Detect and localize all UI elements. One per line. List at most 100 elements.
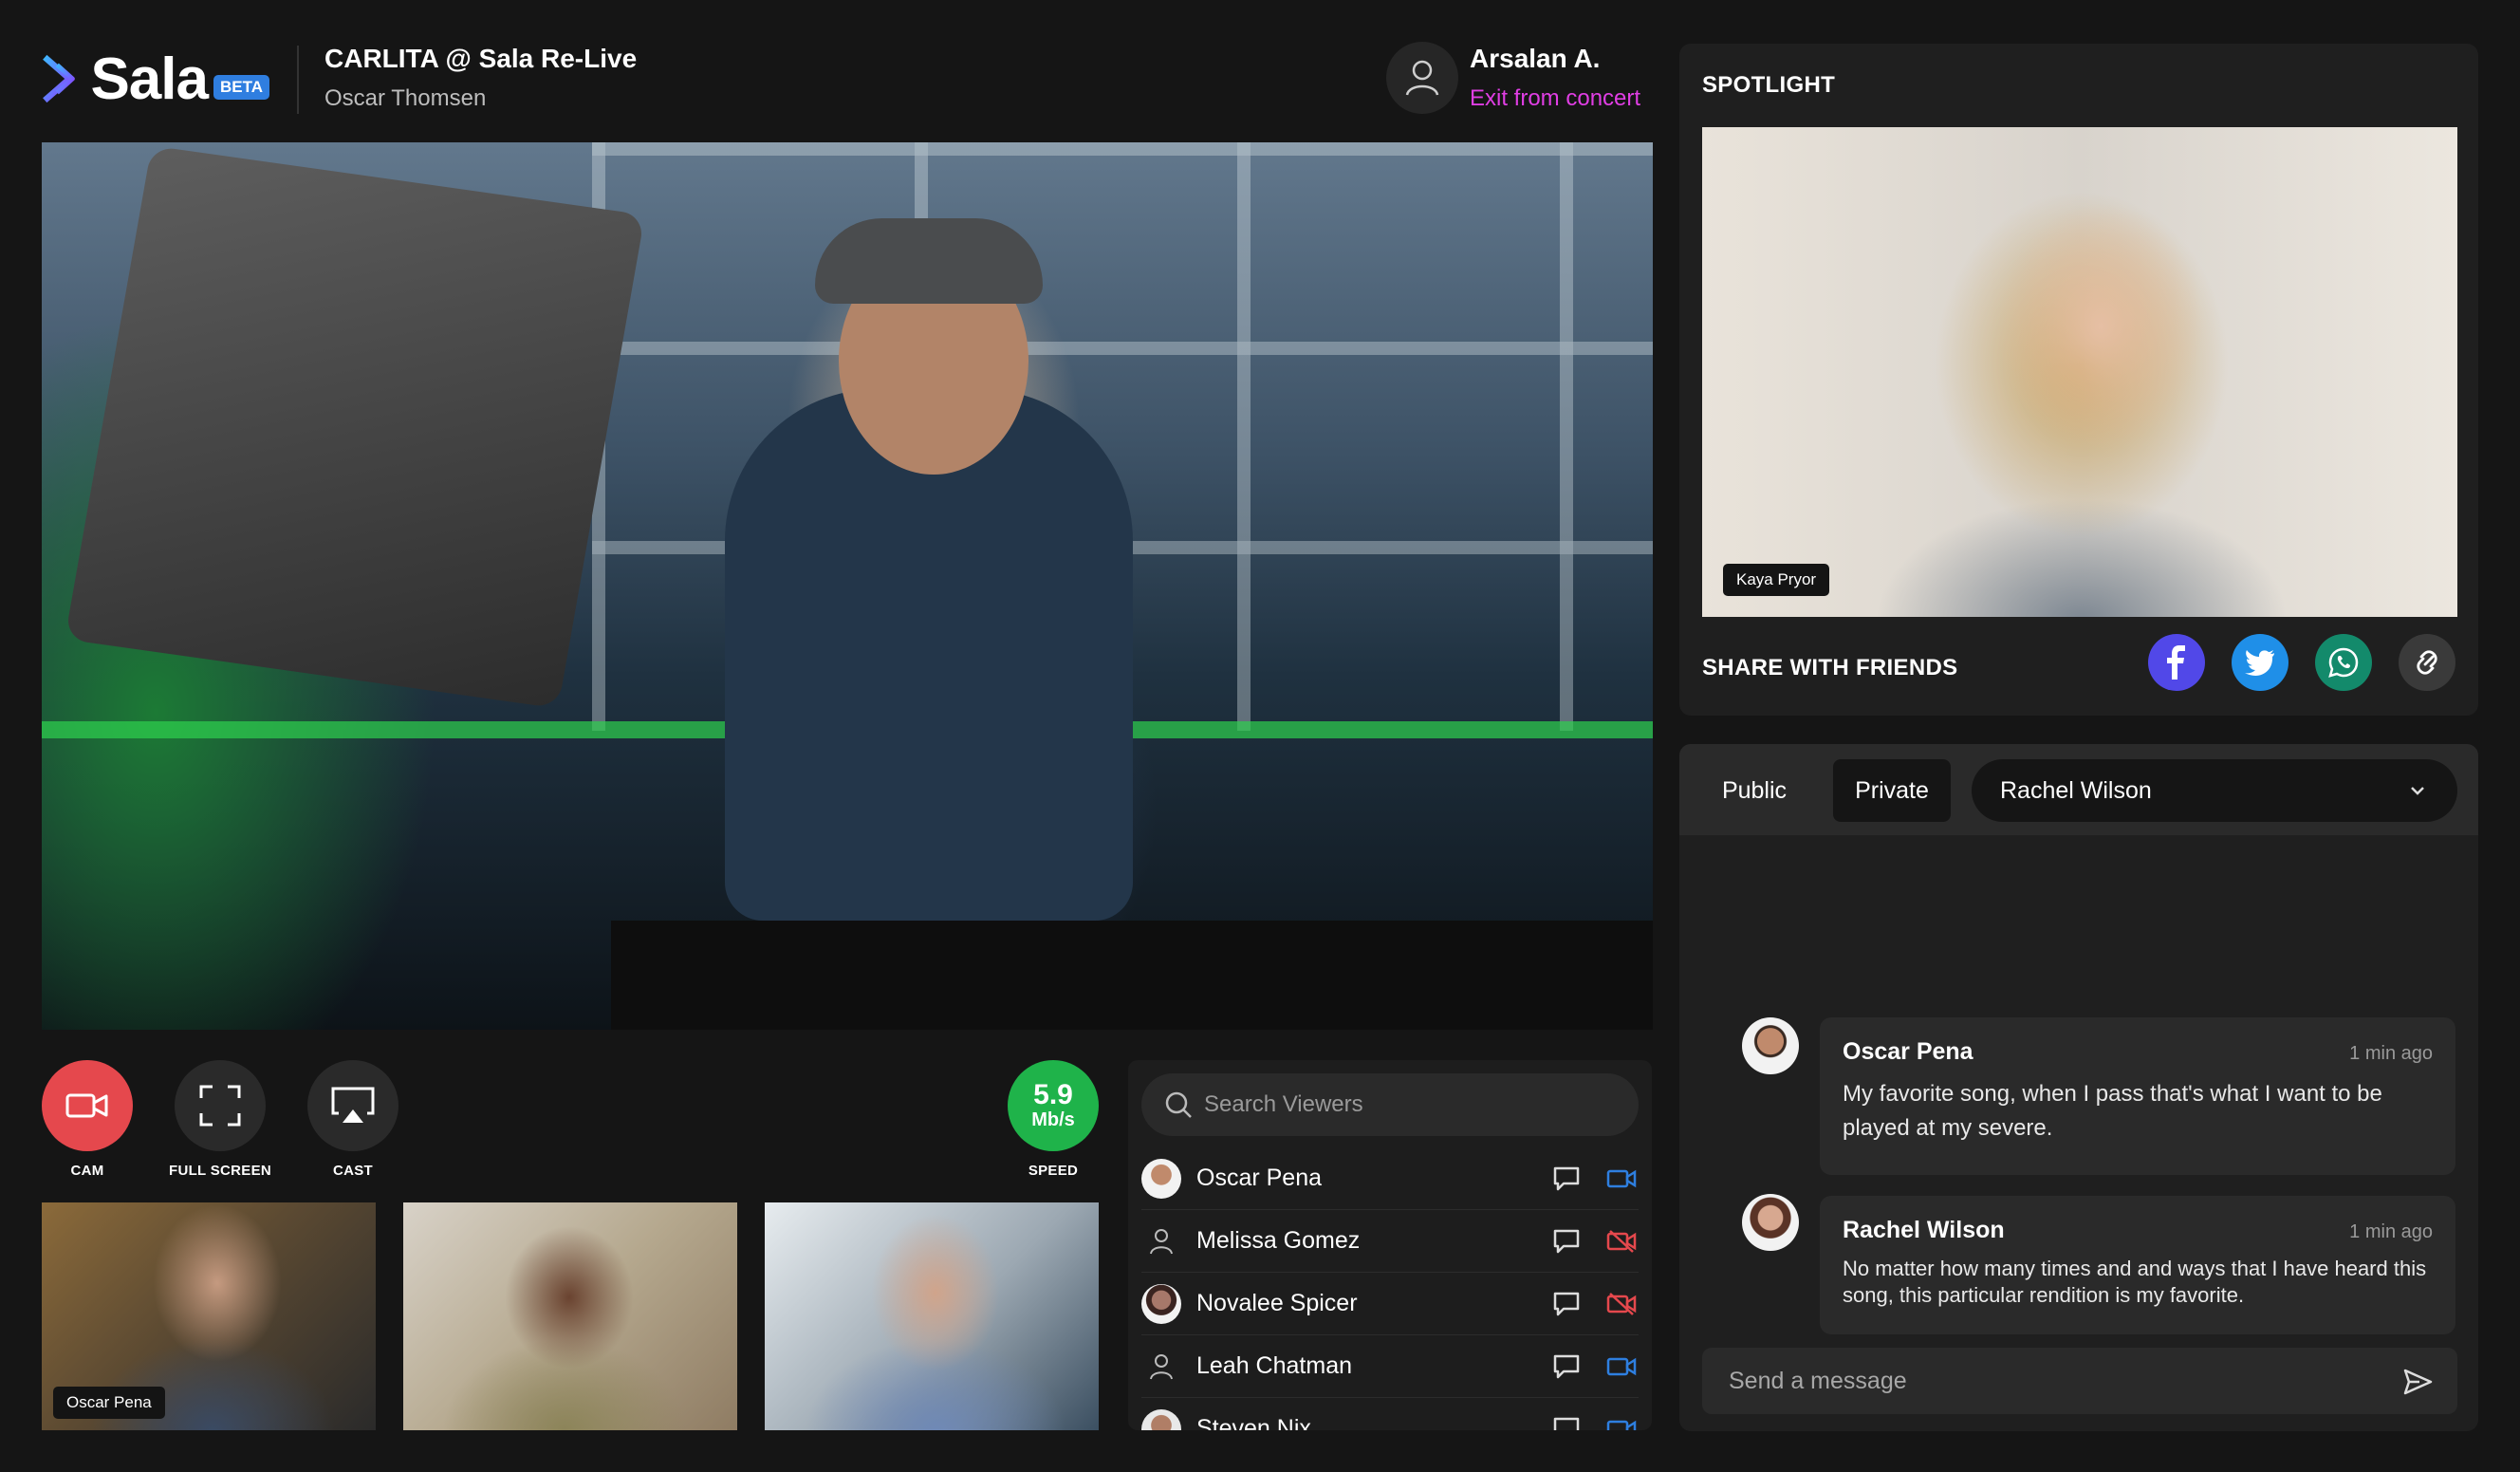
speed-circle: 5.9 Mb/s — [1008, 1060, 1099, 1151]
viewer-row[interactable]: Melissa Gomez — [1141, 1210, 1639, 1273]
facebook-icon — [2167, 645, 2185, 680]
viewer-name: Oscar Pena — [1196, 1165, 1323, 1191]
cam-label: CAM — [70, 1163, 104, 1179]
recipient-select[interactable]: Rachel Wilson — [1972, 759, 2457, 822]
cast-control: CAST — [307, 1060, 398, 1179]
viewer-name: Novalee Spicer — [1196, 1290, 1358, 1316]
search-viewers[interactable] — [1141, 1073, 1639, 1136]
viewer-avatar — [1141, 1347, 1181, 1387]
viewers-panel: Oscar Pena Melissa Gomez Novalee Spicer … — [1128, 1060, 1652, 1430]
fullscreen-button[interactable] — [175, 1060, 266, 1151]
event-title: CARLITA @ Sala Re-Live — [324, 44, 638, 73]
whatsapp-icon — [2328, 647, 2359, 678]
facebook-share-button[interactable] — [2148, 634, 2205, 691]
viewer-row[interactable]: Steven Nix — [1141, 1398, 1639, 1430]
chat-icon[interactable] — [1549, 1350, 1584, 1384]
twitter-share-button[interactable] — [2232, 634, 2288, 691]
exit-concert-link[interactable]: Exit from concert — [1470, 85, 1640, 112]
spotlight-name-tag: Kaya Pryor — [1723, 564, 1830, 596]
participant-thumbnail[interactable] — [765, 1202, 1099, 1430]
video-performer-cap — [815, 218, 1043, 304]
video-laptop — [65, 145, 645, 709]
chevron-down-icon — [2411, 787, 2424, 795]
link-icon — [2417, 650, 2437, 675]
message-avatar — [1742, 1194, 1799, 1251]
viewer-name: Melissa Gomez — [1196, 1227, 1361, 1254]
event-artist: Oscar Thomsen — [324, 85, 487, 111]
twitter-icon — [2245, 650, 2274, 676]
chat-icon[interactable] — [1549, 1224, 1584, 1258]
chat-tabs: Public Private Rachel Wilson — [1679, 744, 2478, 835]
message-time: 1 min ago — [2349, 1043, 2433, 1064]
message-avatar — [1742, 1017, 1799, 1074]
user-name: Arsalan A. — [1470, 44, 1601, 73]
search-icon — [1165, 1091, 1192, 1118]
cam-button[interactable] — [42, 1060, 133, 1151]
participant-thumbnail[interactable]: Oscar Pena — [42, 1202, 376, 1430]
chat-panel: Public Private Rachel Wilson Oscar Pena … — [1679, 744, 2478, 1431]
fullscreen-label: FULL SCREEN — [168, 1163, 272, 1179]
speed-value: 5.9 — [1033, 1078, 1073, 1110]
video-camera-off-icon[interactable] — [1604, 1287, 1639, 1321]
fullscreen-control: FULL SCREEN — [169, 1060, 271, 1179]
user-icon — [1405, 60, 1439, 96]
chat-message: Rachel Wilson 1 min ago No matter how ma… — [1820, 1196, 2455, 1334]
chat-message: Oscar Pena 1 min ago My favorite song, w… — [1820, 1017, 2455, 1175]
cast-icon — [331, 1087, 375, 1123]
message-text: No matter how many times and and ways th… — [1843, 1257, 2427, 1307]
send-icon[interactable] — [2402, 1367, 2433, 1397]
viewer-avatar — [1141, 1283, 1181, 1324]
recipient-name: Rachel Wilson — [2000, 776, 2152, 804]
viewer-avatar — [1141, 1221, 1181, 1261]
message-time: 1 min ago — [2349, 1221, 2433, 1242]
chat-icon[interactable] — [1549, 1287, 1584, 1321]
chat-icon[interactable] — [1549, 1412, 1584, 1430]
viewer-row[interactable]: Novalee Spicer — [1141, 1273, 1639, 1335]
message-text: My favorite song, when I pass that's wha… — [1843, 1081, 2382, 1141]
viewer-row[interactable]: Oscar Pena — [1141, 1147, 1639, 1210]
video-camera-icon[interactable] — [1604, 1162, 1639, 1196]
logo-mark-icon — [43, 54, 75, 103]
spotlight-title: SPOTLIGHT — [1702, 72, 1836, 98]
cast-button[interactable] — [307, 1060, 398, 1151]
tab-public[interactable]: Public — [1702, 759, 1807, 822]
cast-label: CAST — [332, 1163, 374, 1179]
speed-unit: Mb/s — [1031, 1109, 1075, 1130]
spotlight-video[interactable]: Kaya Pryor — [1702, 127, 2457, 617]
participant-name-tag: Oscar Pena — [53, 1387, 165, 1419]
user-avatar[interactable] — [1386, 42, 1458, 114]
tab-private[interactable]: Private — [1833, 759, 1951, 822]
speed-label: SPEED — [1028, 1163, 1079, 1179]
camera-off-icon — [65, 1093, 108, 1118]
speed-indicator: 5.9 Mb/s SPEED — [1008, 1060, 1099, 1179]
main-video-stream[interactable] — [42, 142, 1653, 1030]
video-camera-off-icon[interactable] — [1604, 1224, 1639, 1258]
viewer-list: Oscar Pena Melissa Gomez Novalee Spicer … — [1141, 1147, 1639, 1430]
copy-link-button[interactable] — [2399, 634, 2455, 691]
message-author: Oscar Pena — [1843, 1038, 1973, 1065]
search-input[interactable] — [1204, 1091, 1603, 1118]
brand-name: Sala — [90, 46, 209, 112]
viewer-name: Steven Nix — [1196, 1415, 1311, 1430]
cam-control: CAM — [42, 1060, 133, 1179]
video-camera-icon[interactable] — [1604, 1350, 1639, 1384]
viewer-avatar — [1141, 1408, 1181, 1430]
viewer-avatar — [1141, 1158, 1181, 1199]
share-title: SHARE WITH FRIENDS — [1702, 655, 1958, 680]
brand-logo[interactable]: Sala BETA — [42, 46, 269, 112]
header-divider — [297, 46, 299, 114]
user-icon — [1150, 1353, 1173, 1379]
viewer-row[interactable]: Leah Chatman — [1141, 1335, 1639, 1398]
video-camera-icon[interactable] — [1604, 1412, 1639, 1430]
beta-badge: BETA — [213, 75, 269, 100]
message-author: Rachel Wilson — [1843, 1217, 2005, 1243]
message-composer — [1702, 1348, 2457, 1414]
whatsapp-share-button[interactable] — [2315, 634, 2372, 691]
viewer-name: Leah Chatman — [1196, 1352, 1353, 1379]
user-icon — [1150, 1228, 1173, 1254]
spotlight-panel: SPOTLIGHT Kaya Pryor SHARE WITH FRIENDS — [1679, 44, 2478, 716]
participant-thumbnail[interactable] — [403, 1202, 737, 1430]
fullscreen-icon — [199, 1085, 241, 1127]
chat-icon[interactable] — [1549, 1162, 1584, 1196]
message-input[interactable] — [1729, 1367, 2374, 1395]
